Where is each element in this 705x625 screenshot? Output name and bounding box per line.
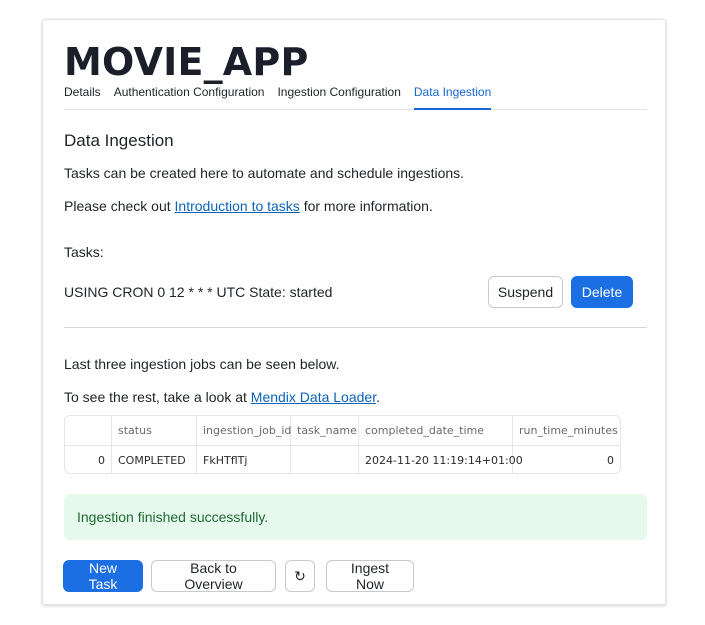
divider xyxy=(64,327,647,328)
tasks-label: Tasks: xyxy=(64,244,104,260)
column-header-run-time-minutes[interactable]: run_time_minutes xyxy=(513,416,620,445)
column-header-status[interactable]: status xyxy=(112,416,197,445)
delete-button[interactable]: Delete xyxy=(571,276,633,308)
tab-bar: Details Authentication Configuration Ing… xyxy=(64,83,647,110)
jobs-intro: Last three ingestion jobs can be seen be… xyxy=(64,356,340,372)
ingestion-jobs-table: status ingestion_job_id task_name comple… xyxy=(64,415,621,474)
rest-suffix: . xyxy=(376,389,380,405)
app-card: MOVIE_APP Details Authentication Configu… xyxy=(42,19,666,605)
table-row: 0 COMPLETED FkHTflTj 2024-11-20 11:19:14… xyxy=(65,446,620,473)
section-title: Data Ingestion xyxy=(64,131,174,150)
ingest-now-button[interactable]: Ingest Now xyxy=(326,560,414,592)
back-to-overview-button[interactable]: Back to Overview xyxy=(151,560,276,592)
cell-task-name xyxy=(291,446,359,473)
tab-data-ingestion[interactable]: Data Ingestion xyxy=(413,83,492,110)
introduction-to-tasks-link[interactable]: Introduction to tasks xyxy=(175,198,300,214)
table-header-row: status ingestion_job_id task_name comple… xyxy=(65,416,620,446)
success-alert: Ingestion finished successfully. xyxy=(64,494,647,540)
refresh-button[interactable]: ↻ xyxy=(285,560,315,592)
column-header-index xyxy=(65,416,112,445)
info-suffix: for more information. xyxy=(299,198,433,214)
section-intro: Tasks can be created here to automate an… xyxy=(64,165,465,181)
column-header-completed-date-time[interactable]: completed_date_time xyxy=(359,416,513,445)
rest-prefix: To see the rest, take a look at xyxy=(64,389,251,405)
row-index: 0 xyxy=(65,446,112,473)
mendix-data-loader-link[interactable]: Mendix Data Loader xyxy=(251,389,376,405)
task-description: USING CRON 0 12 * * * UTC State: started xyxy=(64,284,333,300)
suspend-button[interactable]: Suspend xyxy=(488,276,563,308)
info-prefix: Please check out xyxy=(64,198,175,214)
refresh-icon: ↻ xyxy=(294,567,306,584)
tab-authentication-configuration[interactable]: Authentication Configuration xyxy=(114,83,265,106)
cell-ingestion-job-id: FkHTflTj xyxy=(197,446,291,473)
tab-ingestion-configuration[interactable]: Ingestion Configuration xyxy=(277,83,400,106)
info-text: Please check out Introduction to tasks f… xyxy=(64,198,433,214)
tab-details[interactable]: Details xyxy=(64,83,101,106)
cell-completed-date-time: 2024-11-20 11:19:14+01:00 xyxy=(359,446,523,473)
alert-message: Ingestion finished successfully. xyxy=(77,509,269,525)
cell-status: COMPLETED xyxy=(112,446,197,473)
new-task-button[interactable]: New Task xyxy=(63,560,143,592)
cell-run-time-minutes: 0 xyxy=(607,454,614,467)
jobs-rest-text: To see the rest, take a look at Mendix D… xyxy=(64,389,380,405)
column-header-task-name[interactable]: task_name xyxy=(291,416,359,445)
app-title: MOVIE_APP xyxy=(64,40,309,84)
column-header-ingestion-job-id[interactable]: ingestion_job_id xyxy=(197,416,291,445)
